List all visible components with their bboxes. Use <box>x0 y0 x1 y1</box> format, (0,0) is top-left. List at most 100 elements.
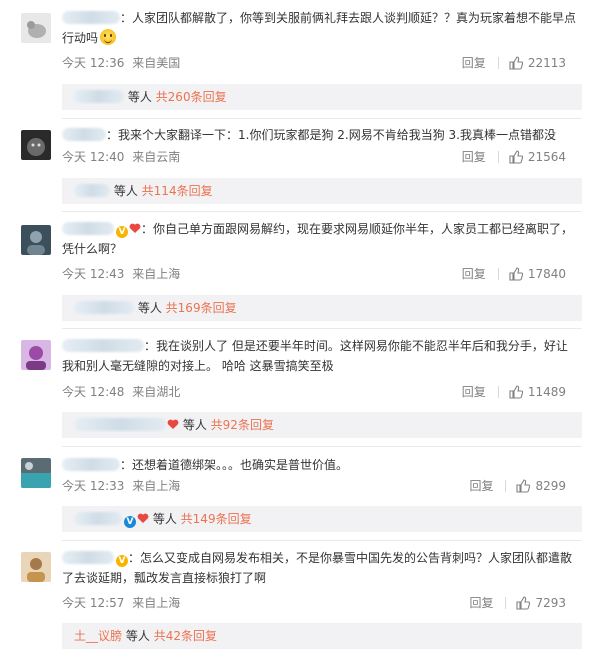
heart-badge-icon <box>137 513 149 523</box>
avatar[interactable] <box>21 13 51 43</box>
comment-meta: 今天 12:43 来自上海 回复 17840 <box>62 266 582 282</box>
location: 来自上海 <box>132 596 181 610</box>
thumbs-up-icon <box>516 596 531 610</box>
replier-blurred[interactable] <box>74 512 122 525</box>
v-badge-icon: V <box>116 555 128 567</box>
replier-blurred[interactable] <box>74 90 124 103</box>
more-replies-link[interactable]: 共169条回复 <box>166 301 237 315</box>
divider <box>497 386 499 398</box>
timestamp: 今天 12:48 <box>62 385 125 399</box>
comment-text: ：我来个大家翻译一下：1.你们玩家都是狗 2.网易不肯给我当狗 3.我真棒一点错… <box>62 125 582 145</box>
divider <box>497 57 499 69</box>
heart-badge-icon <box>129 223 141 233</box>
reply-button[interactable]: 回复 <box>462 149 486 165</box>
like-count: 17840 <box>527 267 566 281</box>
like-button[interactable]: 22113 <box>509 55 566 71</box>
sub-replies-box: 土__议膀 等人 共42条回复 <box>62 623 582 649</box>
comment-meta: 今天 12:36 来自美国 回复 22113 <box>62 55 582 71</box>
sub-replies-box: V 等人 共149条回复 <box>62 506 582 532</box>
person-avatar-image <box>21 552 51 582</box>
landscape-avatar-image <box>21 458 51 488</box>
sub-suffix: 等人 <box>125 629 150 643</box>
sub-suffix: 等人 <box>127 90 152 104</box>
sweat-smile-emoji-icon <box>100 29 117 45</box>
reply-button[interactable]: 回复 <box>462 266 486 282</box>
v-badge-icon: V <box>124 516 136 528</box>
reply-button[interactable]: 回复 <box>469 595 493 611</box>
comment-meta: 今天 12:33 来自上海 回复 8299 <box>62 478 582 494</box>
username-blurred[interactable] <box>62 339 144 352</box>
divider <box>505 597 507 609</box>
cat-avatar-image <box>21 130 51 160</box>
like-count: 7293 <box>535 596 566 610</box>
timestamp: 今天 12:36 <box>62 56 125 70</box>
reply-button[interactable]: 回复 <box>469 478 493 494</box>
comment-text: ：人家团队都解散了，你等到关服前俩礼拜去跟人谈判顺延？？真为玩家着想不能早点 行… <box>62 11 577 45</box>
comment-meta: 今天 12:40 来自云南 回复 21564 <box>62 149 582 165</box>
thumbs-up-icon <box>516 479 531 493</box>
sub-replies-box: 等人 共260条回复 <box>62 84 582 110</box>
location: 来自湖北 <box>132 385 181 399</box>
more-replies-link[interactable]: 共149条回复 <box>181 512 252 526</box>
sub-replies-box: 等人 共169条回复 <box>62 295 582 321</box>
avatar[interactable] <box>21 225 51 255</box>
thumbs-up-icon <box>509 267 523 281</box>
divider <box>497 151 499 163</box>
sub-replies-box: 等人 共92条回复 <box>62 412 582 438</box>
username-blurred[interactable] <box>62 222 114 235</box>
person-avatar-image <box>21 225 51 255</box>
more-replies-link[interactable]: 共260条回复 <box>156 90 227 104</box>
more-replies-link[interactable]: 共92条回复 <box>211 418 274 432</box>
comment-text: ：还想着道德绑架。。。也确实是普世价值。 <box>62 455 582 475</box>
username-blurred[interactable] <box>62 458 120 471</box>
avatar[interactable] <box>21 130 51 160</box>
more-replies-link[interactable]: 共114条回复 <box>142 184 213 198</box>
thumbs-up-icon <box>509 385 523 399</box>
heart-badge-icon <box>167 419 179 429</box>
like-button[interactable]: 11489 <box>509 384 566 400</box>
replier-blurred[interactable] <box>74 418 166 431</box>
divider <box>505 480 507 492</box>
sub-suffix: 等人 <box>182 418 207 432</box>
username-blurred[interactable] <box>62 128 106 141</box>
divider <box>497 268 499 280</box>
thumbs-up-icon <box>509 56 523 70</box>
like-button[interactable]: 17840 <box>509 266 566 282</box>
divider <box>62 118 582 119</box>
username-blurred[interactable] <box>62 11 120 24</box>
divider <box>62 540 582 541</box>
thumbs-up-icon <box>509 150 523 164</box>
sub-suffix: 等人 <box>137 301 162 315</box>
reply-button[interactable]: 回复 <box>462 55 486 71</box>
reply-button[interactable]: 回复 <box>462 384 486 400</box>
username-blurred[interactable] <box>62 551 114 564</box>
replier-name[interactable]: 土__议膀 <box>74 629 122 643</box>
location: 来自美国 <box>132 56 181 70</box>
replier-blurred[interactable] <box>74 301 134 314</box>
like-button[interactable]: 8299 <box>516 478 566 494</box>
more-replies-link[interactable]: 共42条回复 <box>154 629 217 643</box>
like-count: 21564 <box>527 150 566 164</box>
person-avatar-image <box>21 340 51 370</box>
like-count: 22113 <box>527 56 566 70</box>
timestamp: 今天 12:43 <box>62 267 125 281</box>
like-button[interactable]: 21564 <box>509 149 566 165</box>
like-button[interactable]: 7293 <box>516 595 566 611</box>
cat-avatar-image <box>21 13 51 43</box>
sub-replies-box: 等人 共114条回复 <box>62 178 582 204</box>
like-count: 8299 <box>535 479 566 493</box>
divider <box>62 328 582 329</box>
avatar[interactable] <box>21 552 51 582</box>
location: 来自上海 <box>132 267 181 281</box>
avatar[interactable] <box>21 340 51 370</box>
like-count: 11489 <box>527 385 566 399</box>
timestamp: 今天 12:40 <box>62 150 125 164</box>
comment-text: V ：你自己单方面跟网易解约，现在要求网易顺延你半年，人家员工都已经离职了， 凭什… <box>62 222 574 256</box>
divider <box>62 446 582 447</box>
replier-blurred[interactable] <box>74 184 110 197</box>
comment-text: V ：怎么又变成自网易发布相关，不是你暴雪中国先发的公告背刺吗？人家团队都遣散 了… <box>62 551 573 585</box>
timestamp: 今天 12:33 <box>62 479 125 493</box>
sub-suffix: 等人 <box>113 184 138 198</box>
location: 来自上海 <box>132 479 181 493</box>
avatar[interactable] <box>21 458 51 488</box>
